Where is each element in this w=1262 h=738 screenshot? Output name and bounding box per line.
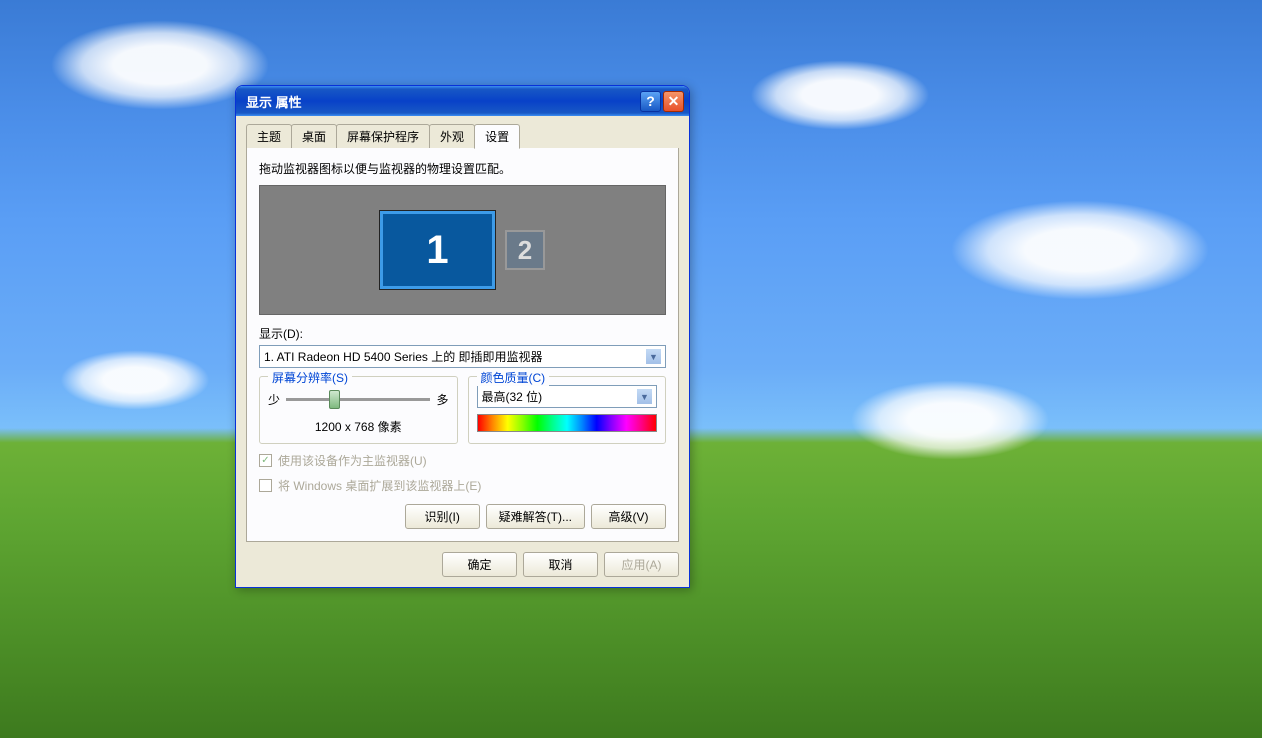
cancel-button[interactable]: 取消 <box>523 552 598 577</box>
tab-screensaver[interactable]: 屏幕保护程序 <box>336 124 430 148</box>
resolution-fieldset: 屏幕分辨率(S) 少 多 1200 x 768 像素 <box>259 376 458 444</box>
display-value: 1. ATI Radeon HD 5400 Series 上的 即插即用监视器 <box>264 348 543 365</box>
chevron-down-icon: ▼ <box>637 389 652 404</box>
desktop-background: 显示 属性 ? ✕ 主题 桌面 屏幕保护程序 外观 设置 拖动监视器图标以便与监… <box>0 0 1262 738</box>
display-properties-window: 显示 属性 ? ✕ 主题 桌面 屏幕保护程序 外观 设置 拖动监视器图标以便与监… <box>235 85 690 588</box>
color-value: 最高(32 位) <box>482 388 543 405</box>
primary-monitor-checkbox: ✓ <box>259 454 272 467</box>
tab-content-settings: 拖动监视器图标以便与监视器的物理设置匹配。 1 2 显示(D): 1. ATI … <box>246 148 679 542</box>
extend-desktop-checkbox-row: 将 Windows 桌面扩展到该监视器上(E) <box>259 477 666 494</box>
monitor-1[interactable]: 1 <box>380 211 495 289</box>
ok-button[interactable]: 确定 <box>442 552 517 577</box>
instruction-text: 拖动监视器图标以便与监视器的物理设置匹配。 <box>259 160 666 177</box>
advanced-button[interactable]: 高级(V) <box>591 504 666 529</box>
resolution-slider[interactable] <box>286 398 430 401</box>
close-button[interactable]: ✕ <box>663 91 684 112</box>
titlebar[interactable]: 显示 属性 ? ✕ <box>236 86 689 116</box>
window-body: 主题 桌面 屏幕保护程序 外观 设置 拖动监视器图标以便与监视器的物理设置匹配。… <box>236 116 689 587</box>
slider-thumb[interactable] <box>329 390 340 409</box>
extend-desktop-label: 将 Windows 桌面扩展到该监视器上(E) <box>278 477 481 494</box>
tab-desktop[interactable]: 桌面 <box>291 124 337 148</box>
slider-more-label: 多 <box>436 391 448 408</box>
primary-monitor-checkbox-row: ✓ 使用该设备作为主监视器(U) <box>259 452 666 469</box>
tab-strip: 主题 桌面 屏幕保护程序 外观 设置 <box>246 124 679 149</box>
tab-appearance[interactable]: 外观 <box>429 124 475 148</box>
window-title: 显示 属性 <box>246 92 640 111</box>
display-dropdown[interactable]: 1. ATI Radeon HD 5400 Series 上的 即插即用监视器 … <box>259 345 666 368</box>
extend-desktop-checkbox <box>259 479 272 492</box>
display-label: 显示(D): <box>259 325 666 342</box>
tab-theme[interactable]: 主题 <box>246 124 292 148</box>
monitor-2[interactable]: 2 <box>505 230 545 270</box>
primary-monitor-label: 使用该设备作为主监视器(U) <box>278 452 427 469</box>
chevron-down-icon: ▼ <box>646 349 661 364</box>
identify-button[interactable]: 识别(I) <box>405 504 480 529</box>
help-button[interactable]: ? <box>640 91 661 112</box>
color-fieldset: 颜色质量(C) 最高(32 位) ▼ <box>468 376 667 444</box>
color-dropdown[interactable]: 最高(32 位) ▼ <box>477 385 658 408</box>
troubleshoot-button[interactable]: 疑难解答(T)... <box>486 504 585 529</box>
resolution-legend: 屏幕分辨率(S) <box>268 369 352 386</box>
color-spectrum <box>477 414 658 432</box>
resolution-value: 1200 x 768 像素 <box>268 418 449 435</box>
slider-less-label: 少 <box>268 391 280 408</box>
monitor-preview-area: 1 2 <box>259 185 666 315</box>
apply-button[interactable]: 应用(A) <box>604 552 679 577</box>
tab-settings[interactable]: 设置 <box>474 124 520 149</box>
color-legend: 颜色质量(C) <box>477 369 550 386</box>
